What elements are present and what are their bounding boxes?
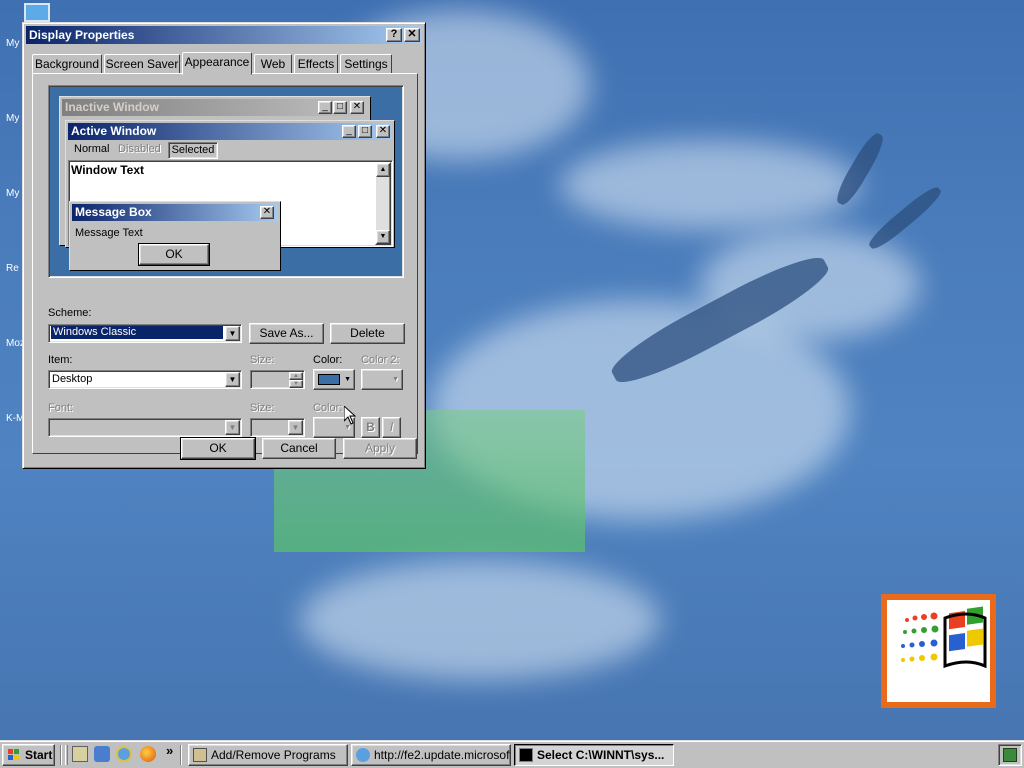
preview-scrollbar: ▲ ▼ bbox=[375, 162, 391, 245]
task-command-prompt[interactable]: Select C:\WINNT\sys... bbox=[514, 744, 674, 766]
item-dropdown[interactable]: Desktop ▼ bbox=[48, 370, 242, 389]
preview-menu: Normal Disabled Selected bbox=[68, 142, 388, 159]
bold-button[interactable]: B bbox=[361, 417, 380, 438]
preview-menu-selected: Selected bbox=[168, 142, 218, 159]
task-add-remove-programs[interactable]: Add/Remove Programs bbox=[188, 744, 348, 766]
window-titlebar[interactable]: Display Properties ? ✕ bbox=[26, 26, 422, 44]
maximize-icon: □ bbox=[358, 125, 372, 138]
chevron-down-icon: ▼ bbox=[392, 376, 399, 383]
task-label: http://fe2.update.microsoft... bbox=[374, 748, 511, 762]
preview-msgbox-ok: OK bbox=[138, 243, 210, 266]
chevron-down-icon[interactable]: ▼ bbox=[288, 420, 303, 435]
close-button[interactable]: ✕ bbox=[404, 28, 420, 42]
chevron-down-icon[interactable]: ▼ bbox=[225, 420, 240, 435]
size-label: Size: bbox=[250, 354, 275, 366]
item-value: Desktop bbox=[52, 373, 93, 385]
color-label: Color: bbox=[313, 354, 343, 366]
scroll-up-icon: ▲ bbox=[376, 163, 390, 177]
preview-msgbox-text: Message Text bbox=[75, 227, 143, 239]
italic-button[interactable]: I bbox=[382, 417, 401, 438]
internet-explorer-icon[interactable] bbox=[116, 746, 132, 762]
tab-background[interactable]: Background bbox=[32, 54, 102, 74]
scheme-preview[interactable]: Inactive Window _ □ ✕ Active Window _ □ … bbox=[48, 85, 404, 278]
color2-label: Color 2: bbox=[361, 354, 400, 366]
spin-down-icon[interactable]: ▼ bbox=[289, 380, 303, 388]
desktop-icon-my-computer[interactable] bbox=[24, 3, 50, 22]
spin-up-icon[interactable]: ▲ bbox=[289, 372, 303, 380]
appearance-panel: Inactive Window _ □ ✕ Active Window _ □ … bbox=[32, 73, 418, 454]
tab-screen-saver[interactable]: Screen Saver bbox=[104, 54, 180, 74]
preview-msgbox-title: Message Box bbox=[72, 204, 278, 221]
task-windows-update[interactable]: http://fe2.update.microsoft... bbox=[351, 744, 511, 766]
show-desktop-icon[interactable] bbox=[72, 746, 88, 762]
start-button[interactable]: Start bbox=[2, 744, 55, 766]
firefox-icon[interactable] bbox=[140, 746, 156, 762]
windows-logo-icon bbox=[881, 594, 996, 708]
apply-button[interactable]: Apply bbox=[343, 438, 417, 459]
quicklaunch-grip[interactable] bbox=[65, 745, 68, 765]
scheme-dropdown[interactable]: Windows Classic ▼ bbox=[48, 324, 242, 343]
font-size-label: Size: bbox=[250, 402, 275, 414]
network-icon[interactable] bbox=[1003, 748, 1017, 762]
desktop-icon-label[interactable]: Re bbox=[6, 263, 19, 274]
chevron-down-icon: ▼ bbox=[344, 376, 351, 383]
color2-picker-button[interactable]: ▼ bbox=[361, 369, 403, 390]
preview-menu-disabled: Disabled bbox=[118, 143, 161, 155]
window-title: Display Properties bbox=[29, 28, 135, 42]
task-label: Select C:\WINNT\sys... bbox=[537, 748, 665, 762]
tab-appearance[interactable]: Appearance bbox=[182, 52, 252, 75]
display-properties-window: Display Properties ? ✕ Background Screen… bbox=[22, 22, 426, 469]
color-picker-button[interactable]: ▼ bbox=[313, 369, 355, 390]
size-spinner[interactable]: ▲ ▼ bbox=[250, 370, 305, 389]
minimize-icon: _ bbox=[318, 101, 332, 114]
ok-button[interactable]: OK bbox=[180, 437, 256, 460]
taskbar-divider bbox=[60, 745, 62, 765]
font-color-label: Color: bbox=[313, 402, 343, 414]
tab-settings[interactable]: Settings bbox=[340, 54, 392, 74]
preview-menu-normal: Normal bbox=[74, 143, 110, 155]
maximize-icon: □ bbox=[333, 101, 347, 114]
close-icon: ✕ bbox=[260, 206, 274, 219]
font-dropdown[interactable]: ▼ bbox=[48, 418, 242, 437]
taskbar-divider bbox=[180, 745, 182, 765]
scheme-value: Windows Classic bbox=[51, 326, 223, 339]
quicklaunch-chevron-icon[interactable]: » bbox=[166, 743, 173, 758]
close-icon: ✕ bbox=[376, 125, 390, 138]
chevron-down-icon[interactable]: ▼ bbox=[225, 326, 240, 341]
desktop-icon-label[interactable]: My bbox=[6, 188, 19, 199]
help-button[interactable]: ? bbox=[386, 28, 402, 42]
save-as-button[interactable]: Save As... bbox=[249, 323, 324, 344]
font-size-dropdown[interactable]: ▼ bbox=[250, 418, 305, 437]
tab-web[interactable]: Web bbox=[254, 54, 292, 74]
chevron-down-icon[interactable]: ▼ bbox=[225, 372, 240, 387]
scheme-label: Scheme: bbox=[48, 307, 92, 319]
mouse-cursor-icon bbox=[344, 406, 356, 425]
cancel-button[interactable]: Cancel bbox=[262, 438, 336, 459]
internet-explorer-icon bbox=[356, 748, 370, 762]
preview-message-box: Message Box ✕ Message Text OK bbox=[69, 201, 281, 271]
command-prompt-icon bbox=[519, 748, 533, 762]
system-tray bbox=[998, 744, 1022, 766]
control-panel-icon bbox=[193, 748, 207, 762]
minimize-icon: _ bbox=[342, 125, 356, 138]
start-label: Start bbox=[25, 748, 53, 762]
desktop-icon-label[interactable]: My bbox=[6, 38, 19, 49]
item-label: Item: bbox=[48, 354, 73, 366]
windows-flag-icon bbox=[8, 749, 19, 760]
close-icon: ✕ bbox=[350, 101, 364, 114]
task-label: Add/Remove Programs bbox=[211, 748, 336, 762]
tab-effects[interactable]: Effects bbox=[294, 54, 338, 74]
outlook-express-icon[interactable] bbox=[94, 746, 110, 762]
color-swatch bbox=[318, 374, 340, 385]
preview-window-text: Window Text bbox=[71, 163, 144, 177]
taskbar: Start » Add/Remove Programs http://fe2.u… bbox=[0, 740, 1024, 768]
delete-button[interactable]: Delete bbox=[330, 323, 405, 344]
font-label: Font: bbox=[48, 402, 74, 414]
scroll-down-icon: ▼ bbox=[376, 230, 390, 244]
